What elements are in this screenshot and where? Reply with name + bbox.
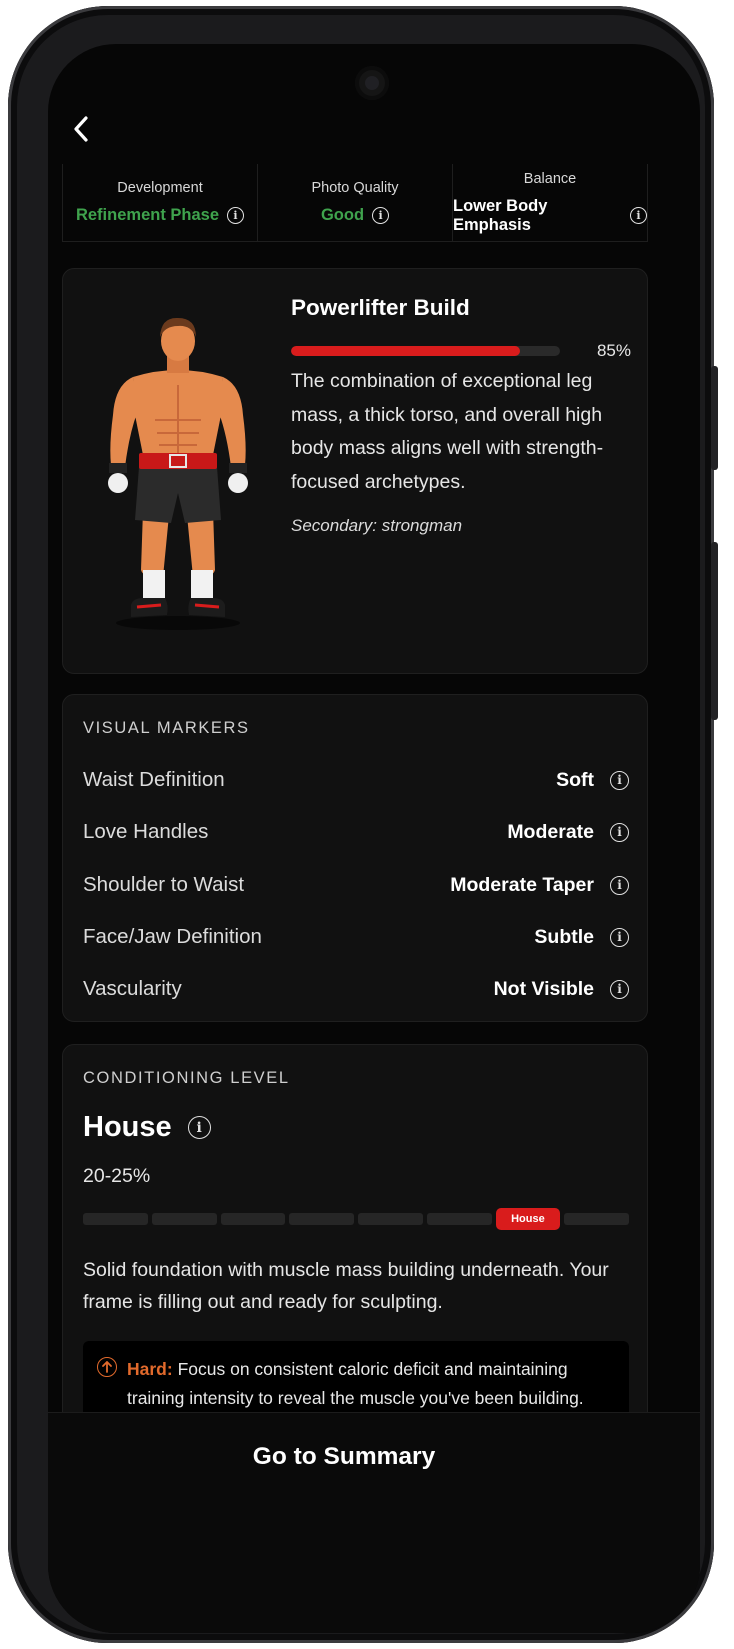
- conditioning-range: 20-25%: [83, 1165, 151, 1187]
- body-figure-illustration: [108, 317, 248, 630]
- stat-development: Development Refinement Phase i: [63, 164, 258, 241]
- scale-segment: House: [495, 1208, 561, 1230]
- difficulty-text: Focus on consistent caloric deficit and …: [127, 1359, 584, 1408]
- stats-header: Development Refinement Phase i Photo Qua…: [62, 164, 648, 242]
- conditioning-description: Solid foundation with muscle mass buildi…: [83, 1259, 609, 1313]
- scale-segment: [289, 1213, 354, 1225]
- difficulty-label: Hard:: [127, 1359, 173, 1379]
- stat-balance: Balance Lower Body Emphasis i: [453, 164, 647, 241]
- marker-value: Subtle: [534, 925, 594, 948]
- bottom-bar: Go to Summary: [48, 1412, 700, 1633]
- match-meter: 85%: [291, 341, 631, 361]
- active-level-badge: House: [495, 1208, 561, 1230]
- info-icon[interactable]: i: [610, 822, 629, 842]
- marker-value: Not Visible: [493, 977, 594, 1000]
- info-icon[interactable]: i: [610, 875, 629, 895]
- marker-value: Soft: [556, 768, 594, 791]
- marker-label: Waist Definition: [83, 768, 225, 791]
- stat-label: Balance: [523, 170, 577, 187]
- marker-label: Shoulder to Waist: [83, 873, 245, 896]
- marker-row: Shoulder to Waist Moderate Taper i: [83, 870, 629, 900]
- scale-segment: [564, 1213, 629, 1225]
- go-to-summary-button[interactable]: Go to Summary: [48, 1443, 640, 1471]
- scale-segment: [220, 1213, 286, 1225]
- info-icon[interactable]: i: [610, 979, 629, 999]
- info-icon[interactable]: i: [187, 1116, 211, 1139]
- marker-value: Moderate Taper: [450, 873, 594, 896]
- match-bar-fill: [291, 346, 520, 356]
- app-screen: Development Refinement Phase i Photo Qua…: [48, 44, 700, 1633]
- info-icon[interactable]: i: [610, 927, 629, 947]
- info-icon[interactable]: i: [227, 207, 245, 224]
- conditioning-card: CONDITIONING LEVEL House i 20-25% House …: [62, 1044, 648, 1444]
- build-secondary: Secondary: strongman: [291, 516, 463, 535]
- front-camera: [355, 66, 389, 100]
- marker-label: Love Handles: [83, 820, 209, 843]
- marker-row: Vascularity Not Visible i: [83, 974, 629, 1004]
- phone-frame: Development Refinement Phase i Photo Qua…: [8, 6, 718, 1643]
- marker-row: Waist Definition Soft i: [83, 765, 629, 795]
- marker-value: Moderate: [507, 820, 594, 843]
- back-button[interactable]: [66, 112, 96, 146]
- marker-row: Love Handles Moderate i: [83, 817, 629, 847]
- section-title: CONDITIONING LEVEL: [83, 1069, 290, 1087]
- marker-row: Face/Jaw Definition Subtle i: [83, 922, 629, 952]
- section-title: VISUAL MARKERS: [83, 719, 250, 737]
- scale-segment: [426, 1213, 492, 1225]
- build-description: The combination of exceptional leg mass,…: [291, 370, 604, 493]
- conditioning-level: House: [83, 1111, 172, 1143]
- scale-segment: [83, 1213, 148, 1225]
- info-icon[interactable]: i: [630, 207, 647, 224]
- chevron-left-icon: [74, 116, 88, 142]
- stat-label: Photo Quality: [311, 180, 399, 196]
- info-icon[interactable]: i: [372, 207, 390, 224]
- stat-value: Refinement Phase: [75, 206, 220, 224]
- stat-value: Good: [320, 206, 365, 224]
- stat-label: Development: [117, 180, 203, 196]
- conditioning-scale: House: [83, 1208, 629, 1230]
- build-card: Powerlifter Build 85% The combination of…: [62, 268, 648, 674]
- info-icon[interactable]: i: [610, 770, 629, 790]
- marker-label: Face/Jaw Definition: [83, 925, 262, 948]
- match-percent: 85%: [596, 341, 631, 360]
- stat-photo-quality: Photo Quality Good i: [258, 164, 453, 241]
- match-bar-track: [291, 346, 560, 356]
- stat-value: Lower Body Emphasis: [453, 196, 548, 234]
- visual-markers-card: VISUAL MARKERS Waist Definition Soft i L…: [62, 694, 648, 1022]
- marker-label: Vascularity: [83, 977, 182, 1000]
- arrow-up-circle-icon: [97, 1357, 117, 1377]
- volume-button: [711, 366, 718, 470]
- scale-segment: [151, 1213, 217, 1225]
- scale-segment: [358, 1213, 423, 1225]
- power-button: [711, 542, 718, 720]
- build-title: Powerlifter Build: [291, 295, 470, 320]
